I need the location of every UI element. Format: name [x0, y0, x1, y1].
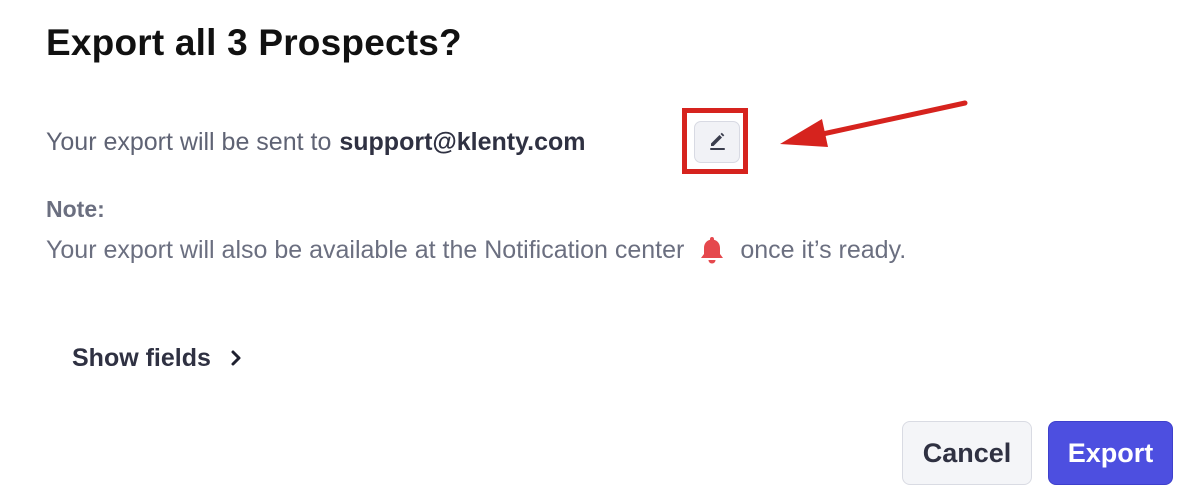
note-text-after: once it’s ready. [740, 235, 907, 264]
export-button[interactable]: Export [1048, 421, 1173, 485]
export-dialog: Export all 3 Prospects? Your export will… [0, 0, 1182, 500]
show-fields-label: Show fields [72, 343, 211, 372]
note-label: Note: [46, 196, 105, 222]
note-text-row: Your export will also be available at th… [46, 232, 906, 268]
export-email: support@klenty.com [339, 127, 586, 156]
cancel-button[interactable]: Cancel [902, 421, 1032, 485]
bell-icon [698, 235, 726, 265]
note-text-before: Your export will also be available at th… [46, 235, 685, 264]
export-destination-text: Your export will be sent to [46, 127, 332, 156]
annotation-arrow [780, 100, 968, 147]
export-destination-row: Your export will be sent to support@klen… [46, 124, 586, 160]
annotation-highlight-box [682, 108, 748, 174]
show-fields-toggle[interactable]: Show fields [72, 340, 243, 376]
dialog-title: Export all 3 Prospects? [46, 22, 462, 63]
chevron-right-icon [229, 349, 243, 367]
